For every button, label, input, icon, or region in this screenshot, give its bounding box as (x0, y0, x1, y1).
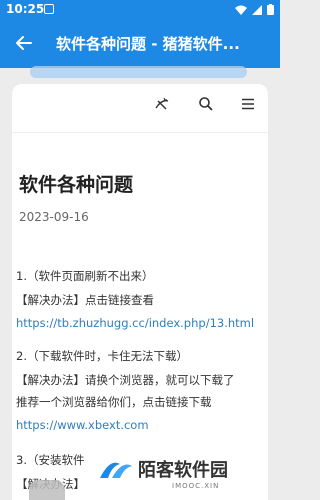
search-icon[interactable] (198, 96, 214, 112)
item-2-solution-2: 推荐一个浏览器给你们，点击链接下载 (16, 395, 212, 409)
article-card: 软件各种问题 2023-09-16 1.（软件页面刷新不出来） 【解决办法】点击… (12, 84, 268, 500)
menu-icon[interactable] (240, 96, 256, 112)
item-2-solution-1: 【解决办法】请换个浏览器，就可以下载了 (16, 373, 235, 387)
article-date: 2023-09-16 (19, 210, 89, 224)
article-title: 软件各种问题 (19, 174, 134, 196)
watermark-sub: IMOOC.XIN (172, 482, 220, 490)
back-arrow-icon[interactable] (14, 33, 34, 53)
item-2-link[interactable]: https://www.xbext.com (16, 418, 149, 432)
divider (12, 132, 268, 133)
item-1-question: 1.（软件页面刷新不出来） (16, 269, 154, 283)
status-icons (235, 4, 274, 15)
notification-icon (44, 4, 54, 14)
watermark-logo: 陌客软件园 IMOOC.XIN (96, 450, 276, 500)
theme-icon[interactable] (154, 96, 170, 112)
status-bar: 10:25 (0, 0, 280, 20)
watermark-name: 陌客软件园 (138, 460, 228, 481)
page-title: 软件各种问题 - 猪猪软件... (56, 35, 240, 53)
floating-button[interactable] (29, 480, 65, 500)
wifi-icon (235, 5, 247, 15)
item-2-question: 2.（下载软件时，卡住无法下载） (16, 349, 188, 363)
app-bar: 软件各种问题 - 猪猪软件... (0, 20, 280, 68)
battery-icon (267, 4, 274, 15)
item-1-solution: 【解决办法】点击链接查看 (16, 293, 154, 307)
item-3-question: 3.（安装软件 (16, 453, 85, 467)
signal-icon (252, 4, 262, 15)
address-bar[interactable] (30, 66, 247, 78)
status-time: 10:25 (6, 2, 45, 16)
item-1-link[interactable]: https://tb.zhuzhugg.cc/index.php/13.html (16, 316, 254, 330)
logo-icon (100, 462, 132, 478)
